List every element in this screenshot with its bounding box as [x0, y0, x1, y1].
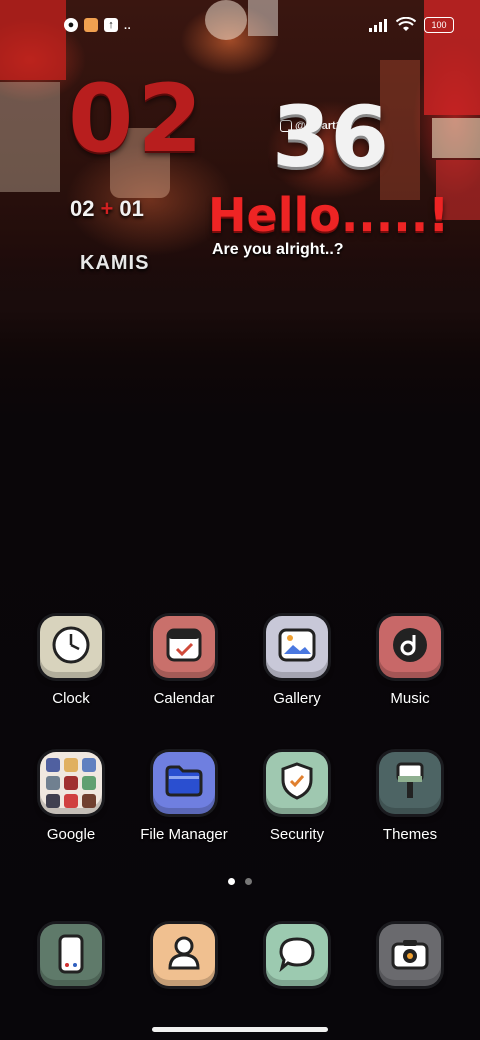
app-calendar[interactable]: Calendar	[128, 616, 240, 707]
widget-date: 02 +01	[70, 196, 144, 222]
folder-grid	[46, 758, 96, 808]
greeting-subtitle: Are you alright..?	[212, 241, 344, 258]
dock-contacts[interactable]	[128, 924, 240, 986]
themes-icon	[379, 752, 441, 814]
app-label: Gallery	[273, 690, 321, 707]
upload-icon: ↑	[104, 18, 118, 32]
status-left: ● ↑ ··	[64, 18, 132, 35]
mini-app-icon	[82, 794, 96, 808]
battery-icon: 100	[424, 17, 454, 33]
clock-icon	[40, 616, 102, 678]
contacts-icon	[153, 924, 215, 986]
page-indicator	[0, 878, 480, 885]
wifi-icon	[396, 17, 416, 31]
mini-app-icon	[64, 758, 78, 772]
app-label: Themes	[382, 826, 438, 843]
folder-icon	[40, 752, 102, 814]
mini-app-icon	[64, 776, 78, 790]
date-day: 02	[70, 196, 95, 221]
dock-phone[interactable]	[15, 924, 127, 986]
clock-minute[interactable]: 36	[272, 88, 389, 186]
mini-app-icon	[46, 794, 60, 808]
status-right: 100	[368, 17, 454, 33]
app-themes[interactable]: Themes	[354, 752, 466, 843]
app-label: Music	[390, 690, 430, 707]
messages-icon	[266, 924, 328, 986]
phone-icon	[40, 924, 102, 986]
status-bar: ● ↑ ·· 100	[0, 14, 480, 42]
clock-hour[interactable]: 02	[68, 65, 207, 174]
mini-app-icon	[46, 776, 60, 790]
app-label: Google	[46, 826, 96, 843]
gallery-icon	[266, 616, 328, 678]
app-google-folder[interactable]: Google	[15, 752, 127, 843]
more-dots-icon: ··	[124, 22, 132, 35]
mini-app-icon	[46, 758, 60, 772]
security-icon	[266, 752, 328, 814]
gesture-navigation-bar[interactable]	[152, 1027, 328, 1032]
mini-app-icon	[64, 794, 78, 808]
dock-camera[interactable]	[354, 924, 466, 986]
camera-icon	[379, 924, 441, 986]
mini-app-icon	[82, 776, 96, 790]
signal-icon	[369, 19, 387, 32]
app-gallery[interactable]: Gallery	[241, 616, 353, 707]
app-security[interactable]: Security	[241, 752, 353, 843]
mini-app-icon	[82, 758, 96, 772]
app-label: Clock	[52, 690, 90, 707]
app-icon	[84, 18, 98, 32]
app-file-manager[interactable]: File Manager	[128, 752, 240, 843]
dock-messages[interactable]	[241, 924, 353, 986]
app-label: Calendar	[153, 690, 215, 707]
app-label: Security	[269, 826, 325, 843]
app-label: File Manager	[140, 826, 228, 843]
file-manager-icon	[153, 752, 215, 814]
notification-icon: ●	[64, 18, 78, 32]
app-clock[interactable]: Clock	[15, 616, 127, 707]
day-name: KAMIS	[80, 252, 150, 274]
page-dot-active[interactable]	[228, 878, 235, 885]
date-month: 01	[119, 196, 144, 221]
greeting: Hello.....!	[208, 188, 450, 242]
music-icon	[379, 616, 441, 678]
date-separator: +	[100, 196, 114, 221]
page-dot[interactable]	[245, 878, 252, 885]
calendar-icon	[153, 616, 215, 678]
app-music[interactable]: Music	[354, 616, 466, 707]
